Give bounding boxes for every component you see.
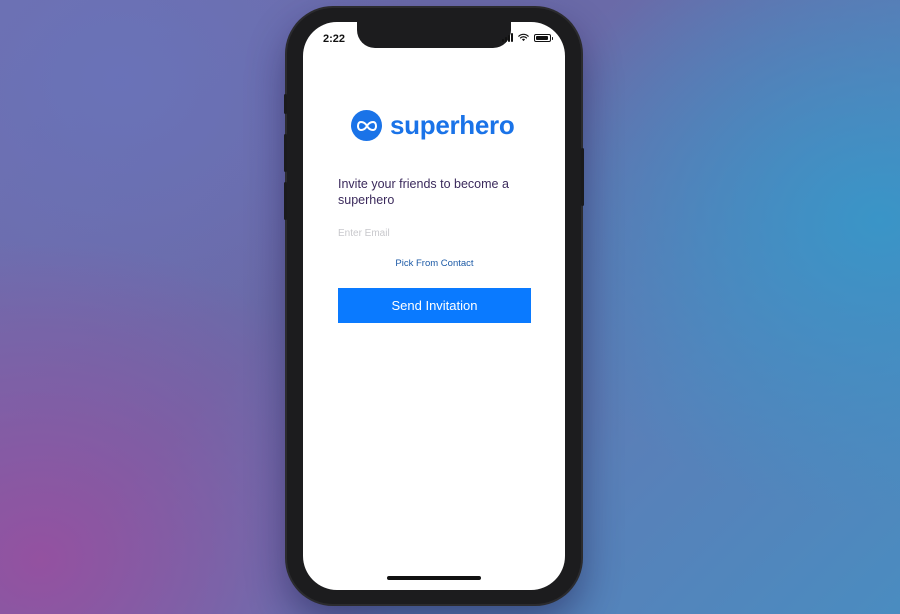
- phone-screen: 2:22 superhero Invite your friends to be…: [303, 22, 565, 590]
- signal-icon: [502, 33, 513, 42]
- brand-header: superhero: [351, 110, 515, 141]
- brand-name: superhero: [390, 110, 515, 140]
- volume-down-button: [284, 182, 287, 220]
- phone-device: 2:22 superhero Invite your friends to be…: [284, 8, 584, 604]
- send-invitation-button[interactable]: Send Invitation: [338, 288, 531, 323]
- infinity-icon: [351, 110, 382, 141]
- status-time: 2:22: [323, 33, 346, 45]
- home-indicator[interactable]: [387, 576, 481, 580]
- email-field[interactable]: [338, 224, 531, 242]
- volume-up-button: [284, 134, 287, 172]
- invite-message: Invite your friends to become a superher…: [338, 177, 509, 207]
- battery-icon: [534, 33, 553, 42]
- wifi-icon: [518, 33, 529, 42]
- pick-from-contact-link[interactable]: Pick From Contact: [338, 258, 531, 269]
- mute-switch: [284, 94, 287, 114]
- power-button: [581, 148, 584, 206]
- status-icons: [502, 33, 553, 42]
- notch: [357, 22, 511, 48]
